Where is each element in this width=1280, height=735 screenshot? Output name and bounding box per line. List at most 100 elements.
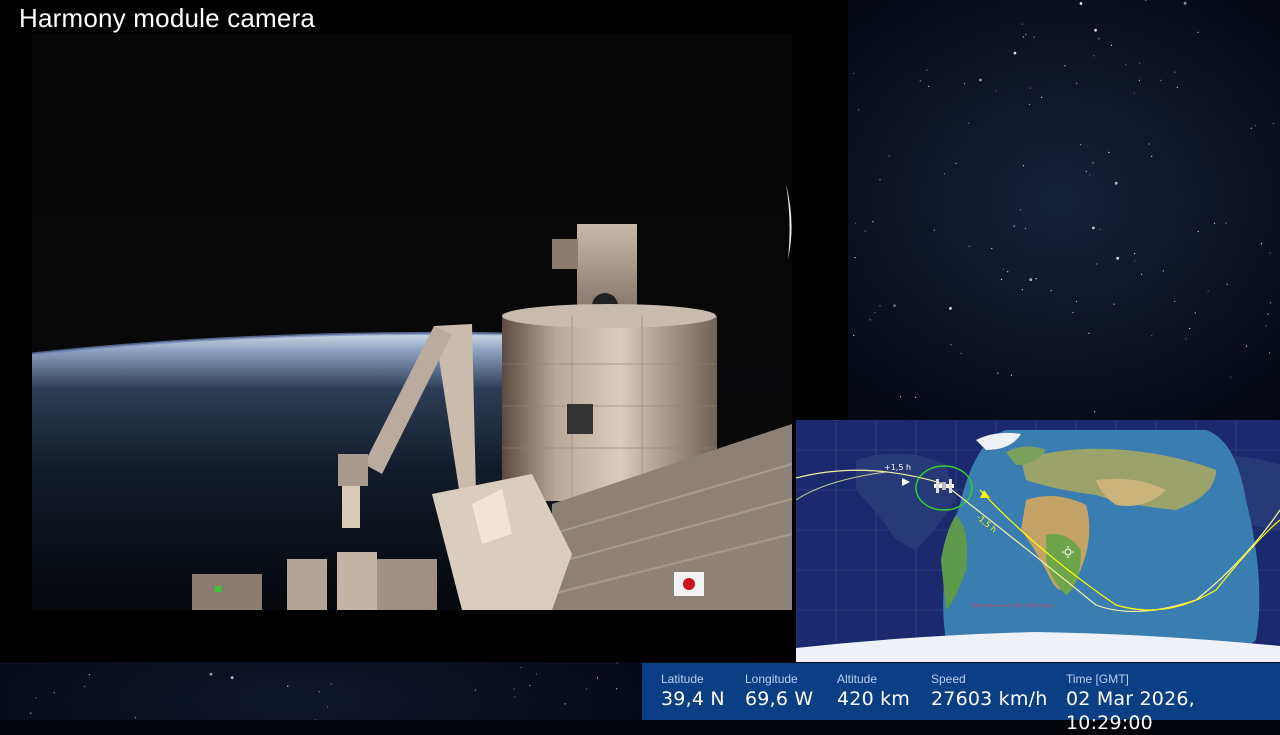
star — [872, 221, 874, 223]
star — [1160, 79, 1162, 81]
longitude-value: 69,6 W — [745, 688, 814, 710]
star — [995, 90, 997, 92]
star — [586, 688, 588, 690]
star — [1225, 222, 1227, 224]
star — [564, 703, 566, 705]
star — [1098, 38, 1100, 40]
star — [1151, 335, 1153, 337]
star — [1148, 143, 1150, 145]
star — [1176, 86, 1178, 88]
longitude-readout: Longitude 69,6 W — [745, 672, 813, 711]
star — [513, 688, 515, 690]
star — [1270, 302, 1272, 304]
star — [596, 677, 599, 679]
star — [1151, 155, 1153, 157]
altitude-readout: Altitude 420 km — [837, 672, 910, 711]
star — [616, 662, 618, 664]
star — [926, 69, 928, 71]
altitude-value: 420 km — [837, 688, 911, 710]
star — [991, 247, 993, 250]
star — [1050, 290, 1052, 292]
star — [1029, 278, 1033, 281]
time-label: Time [GMT] — [1066, 672, 1129, 686]
star — [1021, 289, 1023, 291]
star — [1029, 87, 1031, 89]
star — [855, 222, 857, 224]
star — [854, 257, 856, 259]
star — [1024, 227, 1026, 229]
star — [1245, 345, 1248, 347]
star — [943, 173, 946, 175]
star — [1141, 273, 1143, 275]
star — [1028, 103, 1031, 105]
star — [134, 717, 136, 719]
star — [1260, 243, 1263, 245]
speed-value: 27603 km/h — [931, 688, 1048, 710]
star — [879, 179, 881, 181]
star — [1134, 253, 1136, 255]
camera-image — [32, 34, 792, 610]
star — [853, 72, 855, 74]
telemetry-bar: Latitude 39,4 N Longitude 69,6 W Altitud… — [642, 663, 1280, 734]
star — [330, 683, 332, 685]
star — [535, 673, 537, 675]
star — [230, 676, 234, 680]
star — [1134, 260, 1136, 262]
star — [874, 312, 876, 314]
star — [1000, 278, 1003, 280]
star — [1108, 151, 1110, 153]
star — [1092, 162, 1094, 164]
star — [1021, 23, 1023, 25]
latitude-label: Latitude — [661, 672, 704, 686]
star — [1094, 28, 1097, 32]
star — [955, 162, 957, 165]
star — [1114, 181, 1118, 185]
star — [1207, 290, 1209, 292]
world-map: +1,5 h -1,5 h Orbit data source: ESA / I… — [796, 420, 1280, 662]
star — [858, 109, 860, 111]
star — [1254, 124, 1256, 127]
star — [474, 689, 476, 691]
star — [327, 706, 329, 708]
star — [1072, 311, 1074, 314]
star — [869, 319, 871, 321]
star — [1025, 34, 1027, 36]
star — [879, 305, 881, 307]
star — [616, 688, 618, 690]
star — [1230, 376, 1232, 378]
latitude-readout: Latitude 39,4 N — [661, 672, 725, 711]
star — [964, 83, 966, 85]
star — [1089, 174, 1091, 176]
star — [1022, 36, 1024, 38]
star — [1075, 300, 1078, 303]
longitude-label: Longitude — [745, 672, 798, 686]
camera-feed — [32, 34, 792, 610]
star — [1064, 65, 1066, 67]
ground-track-map: +1,5 h -1,5 h Orbit data source: ESA / I… — [796, 420, 1280, 662]
star — [997, 372, 999, 374]
star — [1197, 31, 1199, 33]
star — [1197, 230, 1199, 233]
star — [1272, 122, 1274, 125]
star — [968, 245, 970, 247]
star — [1022, 165, 1025, 167]
star — [287, 685, 289, 687]
star — [1183, 1, 1187, 5]
star — [1092, 226, 1095, 230]
star — [1093, 55, 1095, 57]
star — [1139, 62, 1141, 64]
star — [1076, 82, 1078, 84]
camera-panel: Harmony module camera — [0, 0, 848, 662]
star — [950, 344, 952, 346]
star — [1138, 79, 1140, 81]
star — [853, 334, 855, 336]
star — [1269, 252, 1271, 254]
latitude-value: 39,4 N — [661, 688, 725, 710]
star — [864, 230, 866, 232]
star — [1080, 144, 1082, 146]
star — [1013, 51, 1017, 55]
star — [1079, 2, 1083, 5]
star — [949, 307, 952, 310]
star — [1145, 0, 1147, 1]
star — [1007, 271, 1009, 273]
